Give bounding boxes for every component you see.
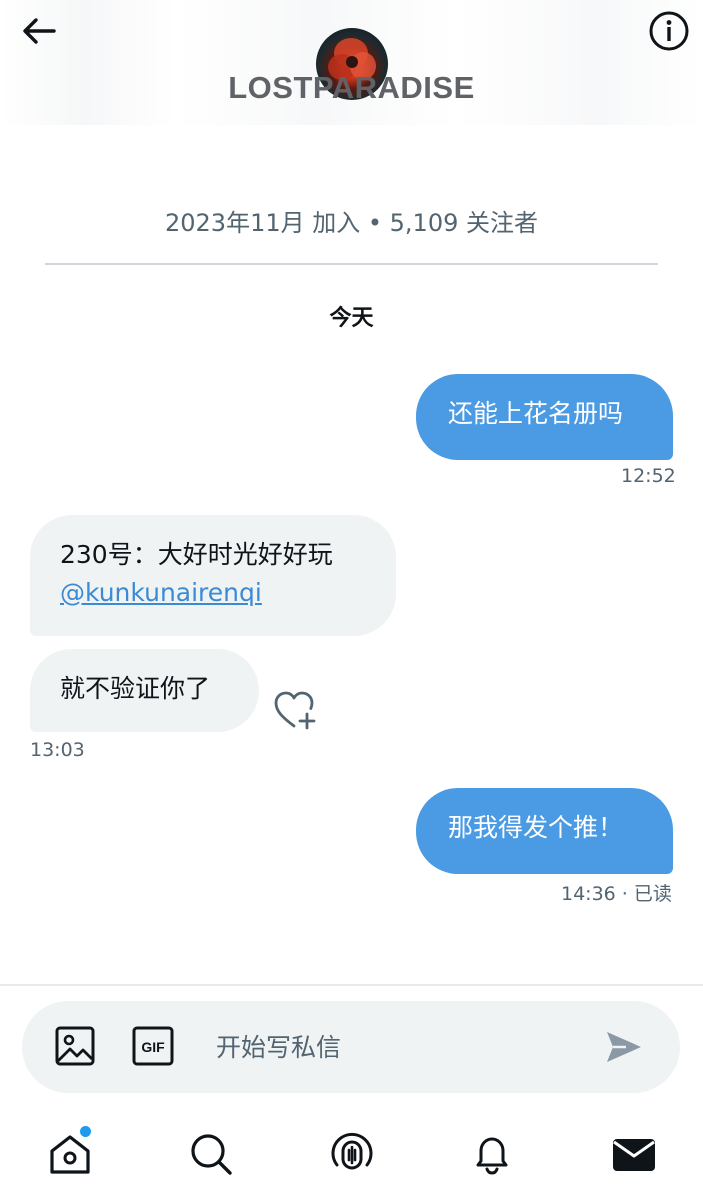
gif-button[interactable]: GIF: [132, 1026, 174, 1066]
gif-label: GIF: [141, 1039, 165, 1055]
message-text: 就不验证你了: [60, 674, 211, 703]
info-icon: [649, 11, 689, 51]
message-text: 230号：大好时光好好玩: [60, 540, 333, 569]
image-icon[interactable]: [54, 1025, 96, 1067]
message-timestamp: 13:03: [30, 739, 85, 761]
incoming-message[interactable]: 就不验证你了: [30, 649, 259, 732]
divider: [45, 263, 658, 265]
avatar-flower-core: [346, 56, 358, 68]
divider: [0, 984, 703, 986]
notification-dot: [80, 1126, 91, 1137]
dm-conversation-screen: LOSTPARADISE 2023年11月 加入 • 5,109 关注者 今天 …: [0, 0, 703, 1200]
message-timestamp: 12:52: [621, 465, 676, 487]
conversation-header: LOSTPARADISE: [0, 0, 703, 125]
arrow-left-icon: [23, 18, 56, 44]
back-button[interactable]: [18, 10, 60, 52]
add-reaction-icon[interactable]: [272, 688, 320, 732]
date-separator: 今天: [329, 306, 374, 331]
user-mention-link[interactable]: @kunkunairenqi: [60, 574, 366, 612]
incoming-message[interactable]: 230号：大好时光好好玩 @kunkunairenqi: [30, 515, 396, 636]
message-read-status: 14:36 · 已读: [561, 883, 672, 905]
message-text: 那我得发个推！: [448, 813, 624, 842]
spaces-icon[interactable]: [328, 1130, 376, 1178]
send-icon[interactable]: [604, 1027, 644, 1067]
bell-icon[interactable]: [468, 1130, 516, 1178]
channel-name[interactable]: LOSTPARADISE: [0, 70, 703, 106]
bottom-navigation: [0, 1120, 703, 1200]
outgoing-message[interactable]: 那我得发个推！: [416, 788, 673, 874]
search-icon[interactable]: [187, 1130, 235, 1178]
mail-icon[interactable]: [610, 1130, 658, 1178]
message-text: 还能上花名册吗: [448, 399, 624, 428]
message-input[interactable]: [216, 1025, 586, 1069]
outgoing-message[interactable]: 还能上花名册吗: [416, 374, 673, 460]
message-composer: GIF: [22, 1001, 680, 1093]
profile-meta: 2023年11月 加入 • 5,109 关注者: [165, 209, 538, 237]
info-button[interactable]: [647, 9, 691, 53]
home-icon[interactable]: [46, 1130, 94, 1178]
